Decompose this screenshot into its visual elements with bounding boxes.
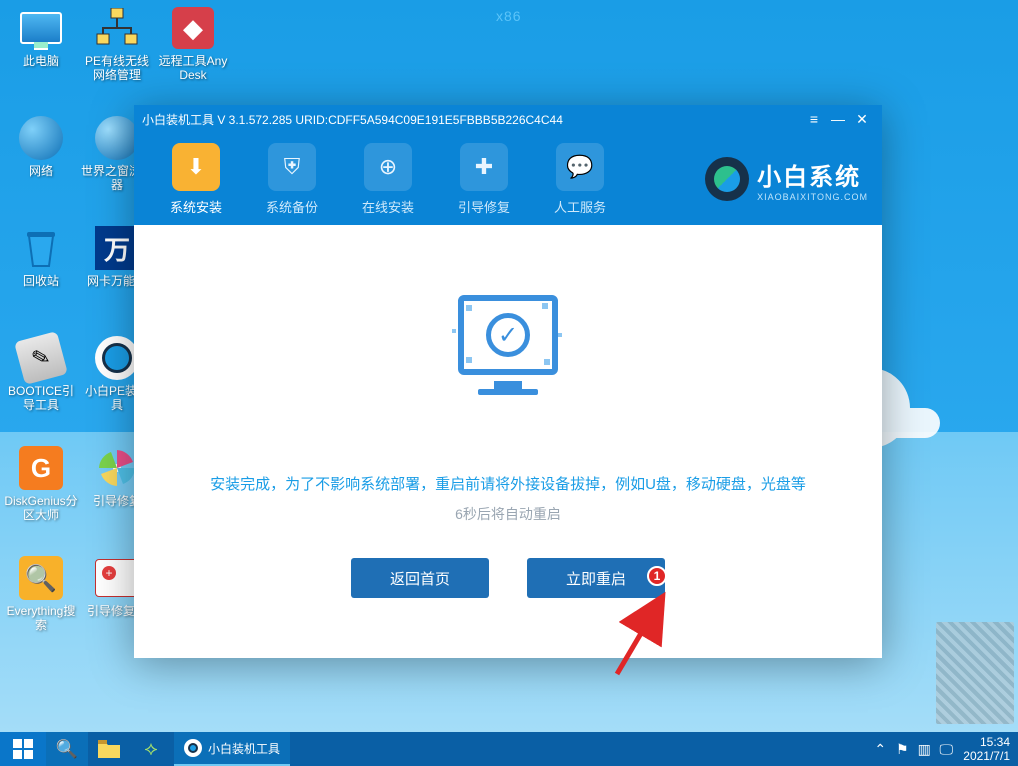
- minimize-button[interactable]: —: [826, 109, 850, 129]
- taskbar-app-xiaobai[interactable]: 小白装机工具: [174, 732, 290, 766]
- desktop-icon-everything[interactable]: 🔍 Everything搜索: [4, 554, 78, 632]
- desktop-icon-label: 网络: [29, 164, 53, 178]
- chat-icon: 💬: [556, 143, 604, 191]
- content-pane: ✓ 安装完成，为了不影响系统部署，重启前请将外接设备拔掉，例如U盘，移动硬盘，光…: [134, 225, 882, 658]
- network-tree-icon: [93, 4, 141, 52]
- button-row: 返回首页 立即重启 1: [351, 558, 665, 598]
- desktop-icon-label: 远程工具AnyDesk: [156, 54, 230, 82]
- circle-down-icon: ⊕: [364, 143, 412, 191]
- globe-icon: [17, 114, 65, 162]
- start-button[interactable]: [0, 732, 46, 766]
- auto-restart-countdown: 6秒后将自动重启: [455, 504, 561, 524]
- desktop-icon-pe-network[interactable]: PE有线无线网络管理: [80, 4, 154, 82]
- taskbar-wifi-icon[interactable]: ⟡: [130, 732, 172, 766]
- desktop-icon-label: BOOTICE引导工具: [4, 384, 78, 412]
- taskbar-clock[interactable]: 15:34 2021/7/1: [957, 735, 1010, 763]
- desktop-icon-label: DiskGenius分区大师: [4, 494, 78, 522]
- tab-online-install[interactable]: ⊕ 在线安装: [340, 143, 436, 216]
- brand-logo-icon: [705, 157, 749, 201]
- brand-subtitle: XIAOBAIXITONG.COM: [757, 192, 868, 202]
- desktop-icon-network[interactable]: 网络: [4, 114, 78, 178]
- tray-flag-icon[interactable]: ⚑: [891, 732, 913, 766]
- desktop-icon-label: 此电脑: [23, 54, 59, 68]
- tray-display-icon[interactable]: 🖵: [935, 732, 957, 766]
- desktop-icon-this-pc[interactable]: 此电脑: [4, 4, 78, 68]
- brand: 小白系统 XIAOBAIXITONG.COM: [705, 157, 868, 202]
- brand-name: 小白系统: [757, 157, 868, 192]
- taskbar: 🔍 ⟡ 小白装机工具 ⌃ ⚑ ▥ 🖵 15:34 2021/7/1: [0, 732, 1018, 766]
- tray-chevron-icon[interactable]: ⌃: [869, 732, 891, 766]
- restart-now-button[interactable]: 立即重启: [527, 558, 665, 598]
- tab-label: 系统备份: [266, 197, 318, 216]
- windows-logo-icon: [13, 739, 33, 759]
- download-icon: ⬇: [172, 143, 220, 191]
- tab-manual-service[interactable]: 💬 人工服务: [532, 143, 628, 216]
- toolbar: ⬇ 系统安装 ⛨ 系统备份 ⊕ 在线安装 ✚ 引导修复 💬 人工服务 小白系统 …: [134, 133, 882, 225]
- desktop-icon-label: Everything搜索: [4, 604, 78, 632]
- desktop-icon-label: PE有线无线网络管理: [80, 54, 154, 82]
- success-illustration: ✓: [438, 285, 578, 425]
- desktop-icon-anydesk[interactable]: ◆ 远程工具AnyDesk: [156, 4, 230, 82]
- xiaobai-taskbar-icon: [184, 739, 202, 757]
- tray-network-icon[interactable]: ▥: [913, 732, 935, 766]
- window-title: 小白装机工具 V 3.1.572.285 URID:CDFF5A594C09E1…: [142, 111, 802, 128]
- menu-button[interactable]: ≡: [802, 109, 826, 129]
- close-button[interactable]: ✕: [850, 109, 874, 129]
- tab-label: 人工服务: [554, 197, 606, 216]
- taskbar-search-icon[interactable]: 🔍: [46, 732, 88, 766]
- annotation-badge: 1: [647, 566, 667, 586]
- install-complete-message: 安装完成，为了不影响系统部署，重启前请将外接设备拔掉，例如U盘，移动硬盘，光盘等: [210, 473, 806, 494]
- tab-label: 引导修复: [458, 197, 510, 216]
- back-home-button[interactable]: 返回首页: [351, 558, 489, 598]
- app-window: 小白装机工具 V 3.1.572.285 URID:CDFF5A594C09E1…: [134, 105, 882, 658]
- clock-date: 2021/7/1: [963, 749, 1010, 763]
- briefcase-icon: ✚: [460, 143, 508, 191]
- bootice-icon: ✎: [17, 334, 65, 382]
- tab-system-install[interactable]: ⬇ 系统安装: [148, 143, 244, 216]
- tray-preview-thumbnail: [936, 622, 1014, 724]
- desktop-icon-recycle-bin[interactable]: 回收站: [4, 224, 78, 288]
- tab-boot-repair[interactable]: ✚ 引导修复: [436, 143, 532, 216]
- taskbar-app-label: 小白装机工具: [208, 740, 280, 757]
- tab-label: 系统安装: [170, 197, 222, 216]
- pc-icon: [17, 4, 65, 52]
- clock-time: 15:34: [963, 735, 1010, 749]
- recycle-bin-icon: [17, 224, 65, 272]
- checkmark-icon: ✓: [486, 313, 530, 357]
- system-tray: ⌃ ⚑ ▥ 🖵 15:34 2021/7/1: [869, 732, 1018, 766]
- diskgenius-icon: G: [17, 444, 65, 492]
- desktop-icon-bootice[interactable]: ✎ BOOTICE引导工具: [4, 334, 78, 412]
- tab-label: 在线安装: [362, 197, 414, 216]
- tab-system-backup[interactable]: ⛨ 系统备份: [244, 143, 340, 216]
- shield-icon: ⛨: [268, 143, 316, 191]
- anydesk-icon: ◆: [169, 4, 217, 52]
- taskbar-explorer-icon[interactable]: [88, 732, 130, 766]
- titlebar[interactable]: 小白装机工具 V 3.1.572.285 URID:CDFF5A594C09E1…: [134, 105, 882, 133]
- desktop-icon-label: 回收站: [23, 274, 59, 288]
- desktop-icon-diskgenius[interactable]: G DiskGenius分区大师: [4, 444, 78, 522]
- search-app-icon: 🔍: [17, 554, 65, 602]
